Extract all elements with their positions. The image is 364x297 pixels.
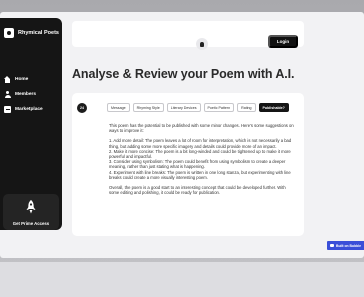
result-intro: This poem has the potential to be publis… [109, 123, 294, 134]
tab-rhyming-style[interactable]: Rhyming Style [132, 103, 164, 112]
brand-name: Rhymical Poets [18, 30, 59, 36]
login-button[interactable]: Login [268, 35, 298, 48]
avatar: 24 [77, 103, 87, 113]
tab-message[interactable]: Message [107, 103, 130, 112]
analysis-result: This poem has the potential to be publis… [109, 123, 297, 200]
members-icon [4, 91, 11, 98]
brand[interactable]: Rhymical Poets [4, 28, 59, 38]
built-on-bubble-label: Built on Bubble [336, 243, 362, 248]
sidebar-item-label: Members [15, 92, 37, 97]
prime-access-label: Get Prime Access [12, 221, 50, 226]
page-title: Analyse & Review your Poem with A.I. [72, 67, 295, 81]
sidebar-item-marketplace[interactable]: Marketplace [4, 102, 43, 117]
sidebar-item-label: Marketplace [15, 107, 43, 112]
sidebar-item-home[interactable]: Home [4, 72, 43, 87]
built-on-bubble-button[interactable]: Built on Bubble [327, 241, 364, 250]
home-icon [4, 76, 11, 83]
prime-access-card[interactable]: Get Prime Access [3, 194, 59, 230]
sidebar: Rhymical Poets Home Members Marketplace [0, 18, 62, 230]
bubble-icon [330, 244, 334, 247]
marketplace-icon [4, 106, 11, 113]
analysis-panel: 24 Message Rhyming Style Literary Device… [72, 93, 304, 236]
analysis-tabs: Message Rhyming Style Literary Devices P… [107, 103, 289, 112]
rocket-icon [26, 200, 36, 214]
result-suggestions: 1. Add more detail: The poem leaves a lo… [109, 138, 292, 180]
brand-logo-icon [4, 28, 14, 38]
floor [0, 262, 364, 297]
tab-rating[interactable]: Rating [237, 103, 256, 112]
tab-poetic-pattern[interactable]: Poetic Pattern [203, 103, 235, 112]
app-screen: Rhymical Poets Home Members Marketplace [0, 12, 364, 258]
sidebar-item-label: Home [15, 77, 29, 82]
tab-literary-devices[interactable]: Literary Devices [166, 103, 201, 112]
bell-icon[interactable] [196, 38, 208, 50]
sidebar-nav: Home Members Marketplace [4, 72, 43, 117]
result-summary: Overall, the poem is a good start to an … [109, 185, 286, 196]
tab-publishable[interactable]: Publishable? [258, 103, 289, 112]
sidebar-item-members[interactable]: Members [4, 87, 43, 102]
